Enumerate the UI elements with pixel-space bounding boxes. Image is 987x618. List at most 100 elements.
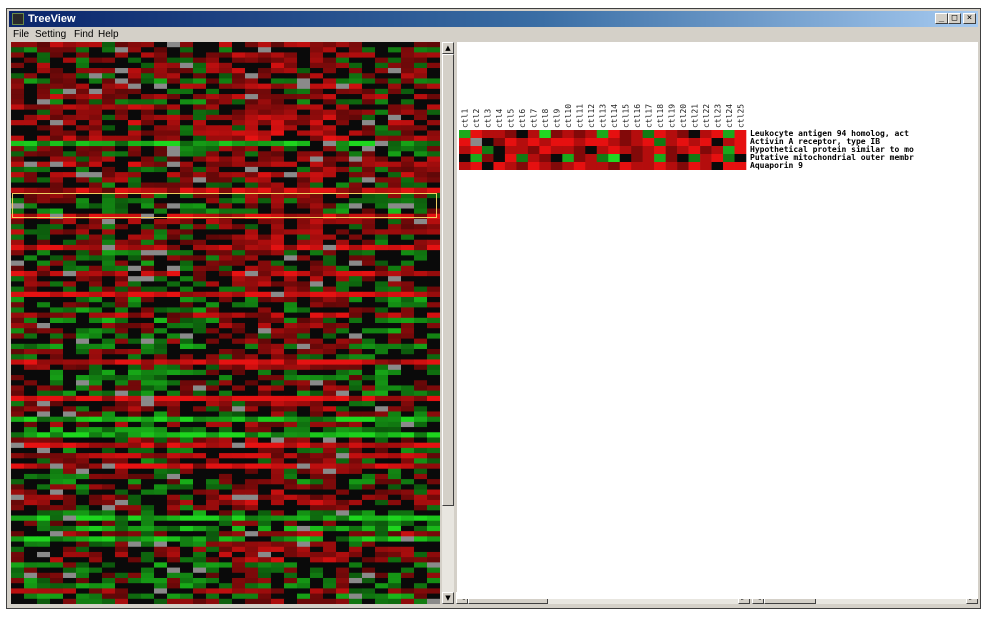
global-heatmap-cell[interactable] (102, 598, 116, 604)
global-heatmap-cell[interactable] (24, 88, 38, 95)
global-heatmap-cell[interactable] (11, 177, 25, 183)
global-heatmap-cell[interactable] (128, 411, 142, 418)
global-heatmap-cell[interactable] (141, 338, 155, 345)
global-heatmap-cell[interactable] (37, 291, 51, 298)
global-heatmap-cell[interactable] (388, 296, 402, 303)
global-heatmap-cell[interactable] (245, 130, 259, 137)
global-heatmap-cell[interactable] (271, 588, 285, 594)
global-heatmap-cell[interactable] (310, 286, 324, 293)
global-heatmap-cell[interactable] (401, 229, 415, 235)
global-heatmap-cell[interactable] (323, 598, 337, 604)
global-heatmap-cell[interactable] (258, 291, 272, 298)
global-heatmap-cell[interactable] (11, 583, 25, 589)
global-heatmap-cell[interactable] (180, 47, 194, 53)
global-heatmap-cell[interactable] (206, 562, 220, 568)
global-heatmap-cell[interactable] (141, 177, 155, 183)
global-heatmap-cell[interactable] (388, 208, 402, 215)
global-heatmap-cell[interactable] (50, 99, 64, 105)
menu-help[interactable]: Help (98, 28, 119, 42)
global-heatmap-cell[interactable] (76, 255, 90, 261)
global-heatmap-cell[interactable] (24, 583, 38, 589)
global-heatmap-cell[interactable] (284, 458, 298, 464)
global-heatmap-cell[interactable] (362, 68, 376, 74)
global-heatmap-cell[interactable] (63, 551, 77, 558)
global-heatmap-cell[interactable] (284, 593, 298, 600)
global-heatmap-cell[interactable] (115, 401, 129, 407)
global-heatmap-cell[interactable] (323, 494, 337, 501)
global-heatmap-cell[interactable] (349, 520, 363, 527)
global-heatmap-cell[interactable] (349, 338, 363, 345)
global-heatmap-cell[interactable] (76, 187, 90, 194)
global-heatmap-cell[interactable] (141, 375, 155, 381)
global-heatmap-cell[interactable] (388, 151, 402, 157)
global-heatmap-cell[interactable] (362, 104, 376, 111)
global-heatmap-cell[interactable] (24, 390, 38, 397)
global-heatmap-cell[interactable] (206, 260, 220, 267)
global-heatmap-cell[interactable] (375, 349, 389, 355)
global-heatmap-cell[interactable] (284, 234, 298, 241)
global-heatmap-cell[interactable] (284, 541, 298, 548)
global-heatmap-cell[interactable] (141, 364, 155, 371)
global-heatmap-cell[interactable] (401, 572, 415, 579)
global-heatmap-cell[interactable] (310, 442, 324, 449)
global-heatmap-cell[interactable] (63, 213, 77, 220)
global-heatmap-cell[interactable] (349, 328, 363, 334)
global-heatmap-cell[interactable] (349, 291, 363, 298)
global-heatmap-cell[interactable] (154, 187, 168, 194)
global-heatmap-cell[interactable] (258, 42, 272, 48)
global-heatmap-cell[interactable] (297, 187, 311, 194)
global-heatmap-cell[interactable] (154, 447, 168, 454)
global-heatmap-cell[interactable] (258, 276, 272, 282)
global-heatmap-cell[interactable] (11, 265, 25, 272)
global-heatmap-cell[interactable] (63, 494, 77, 501)
global-heatmap-cell[interactable] (24, 328, 38, 334)
global-heatmap-cell[interactable] (115, 198, 129, 204)
global-heatmap-cell[interactable] (167, 437, 181, 444)
global-heatmap-cell[interactable] (284, 484, 298, 490)
global-heatmap-cell[interactable] (50, 198, 64, 204)
global-heatmap-cell[interactable] (193, 125, 207, 131)
global-heatmap-cell[interactable] (310, 47, 324, 53)
global-heatmap-cell[interactable] (388, 198, 402, 204)
global-heatmap-cell[interactable] (50, 598, 64, 604)
global-heatmap-cell[interactable] (102, 349, 116, 355)
global-heatmap-cell[interactable] (63, 192, 77, 199)
global-heatmap-cell[interactable] (167, 447, 181, 454)
global-heatmap-cell[interactable] (76, 229, 90, 235)
global-heatmap-cell[interactable] (362, 281, 376, 287)
global-heatmap-cell[interactable] (427, 52, 440, 59)
global-heatmap-cell[interactable] (193, 427, 207, 433)
global-heatmap-cell[interactable] (76, 73, 90, 79)
global-heatmap-cell[interactable] (206, 395, 220, 402)
global-heatmap-cell[interactable] (154, 276, 168, 282)
global-heatmap-cell[interactable] (76, 499, 90, 506)
global-heatmap-cell[interactable] (388, 494, 402, 501)
global-heatmap-cell[interactable] (401, 531, 415, 537)
global-heatmap-cell[interactable] (297, 182, 311, 189)
global-heatmap-cell[interactable] (167, 208, 181, 215)
global-heatmap-cell[interactable] (180, 463, 194, 470)
global-heatmap-cell[interactable] (349, 78, 363, 85)
global-heatmap-cell[interactable] (310, 125, 324, 131)
global-heatmap-cell[interactable] (388, 499, 402, 506)
global-heatmap-cell[interactable] (193, 380, 207, 386)
global-heatmap-cell[interactable] (50, 135, 64, 142)
global-heatmap-cell[interactable] (63, 42, 77, 48)
global-heatmap-cell[interactable] (297, 333, 311, 340)
global-heatmap-cell[interactable] (180, 151, 194, 157)
global-heatmap-cell[interactable] (245, 489, 259, 496)
global-heatmap-cell[interactable] (362, 473, 376, 480)
global-heatmap-cell[interactable] (167, 328, 181, 334)
global-heatmap-cell[interactable] (349, 364, 363, 371)
global-heatmap-cell[interactable] (141, 286, 155, 293)
global-heatmap-cell[interactable] (206, 224, 220, 230)
global-heatmap-cell[interactable] (206, 380, 220, 386)
global-heatmap-cell[interactable] (154, 270, 168, 277)
global-heatmap-cell[interactable] (89, 598, 103, 604)
global-heatmap-cell[interactable] (167, 369, 181, 376)
global-heatmap-cell[interactable] (219, 536, 233, 542)
global-heatmap-cell[interactable] (50, 208, 64, 215)
global-heatmap-cell[interactable] (63, 499, 77, 506)
global-heatmap-cell[interactable] (128, 375, 142, 381)
global-heatmap-cell[interactable] (141, 510, 155, 516)
